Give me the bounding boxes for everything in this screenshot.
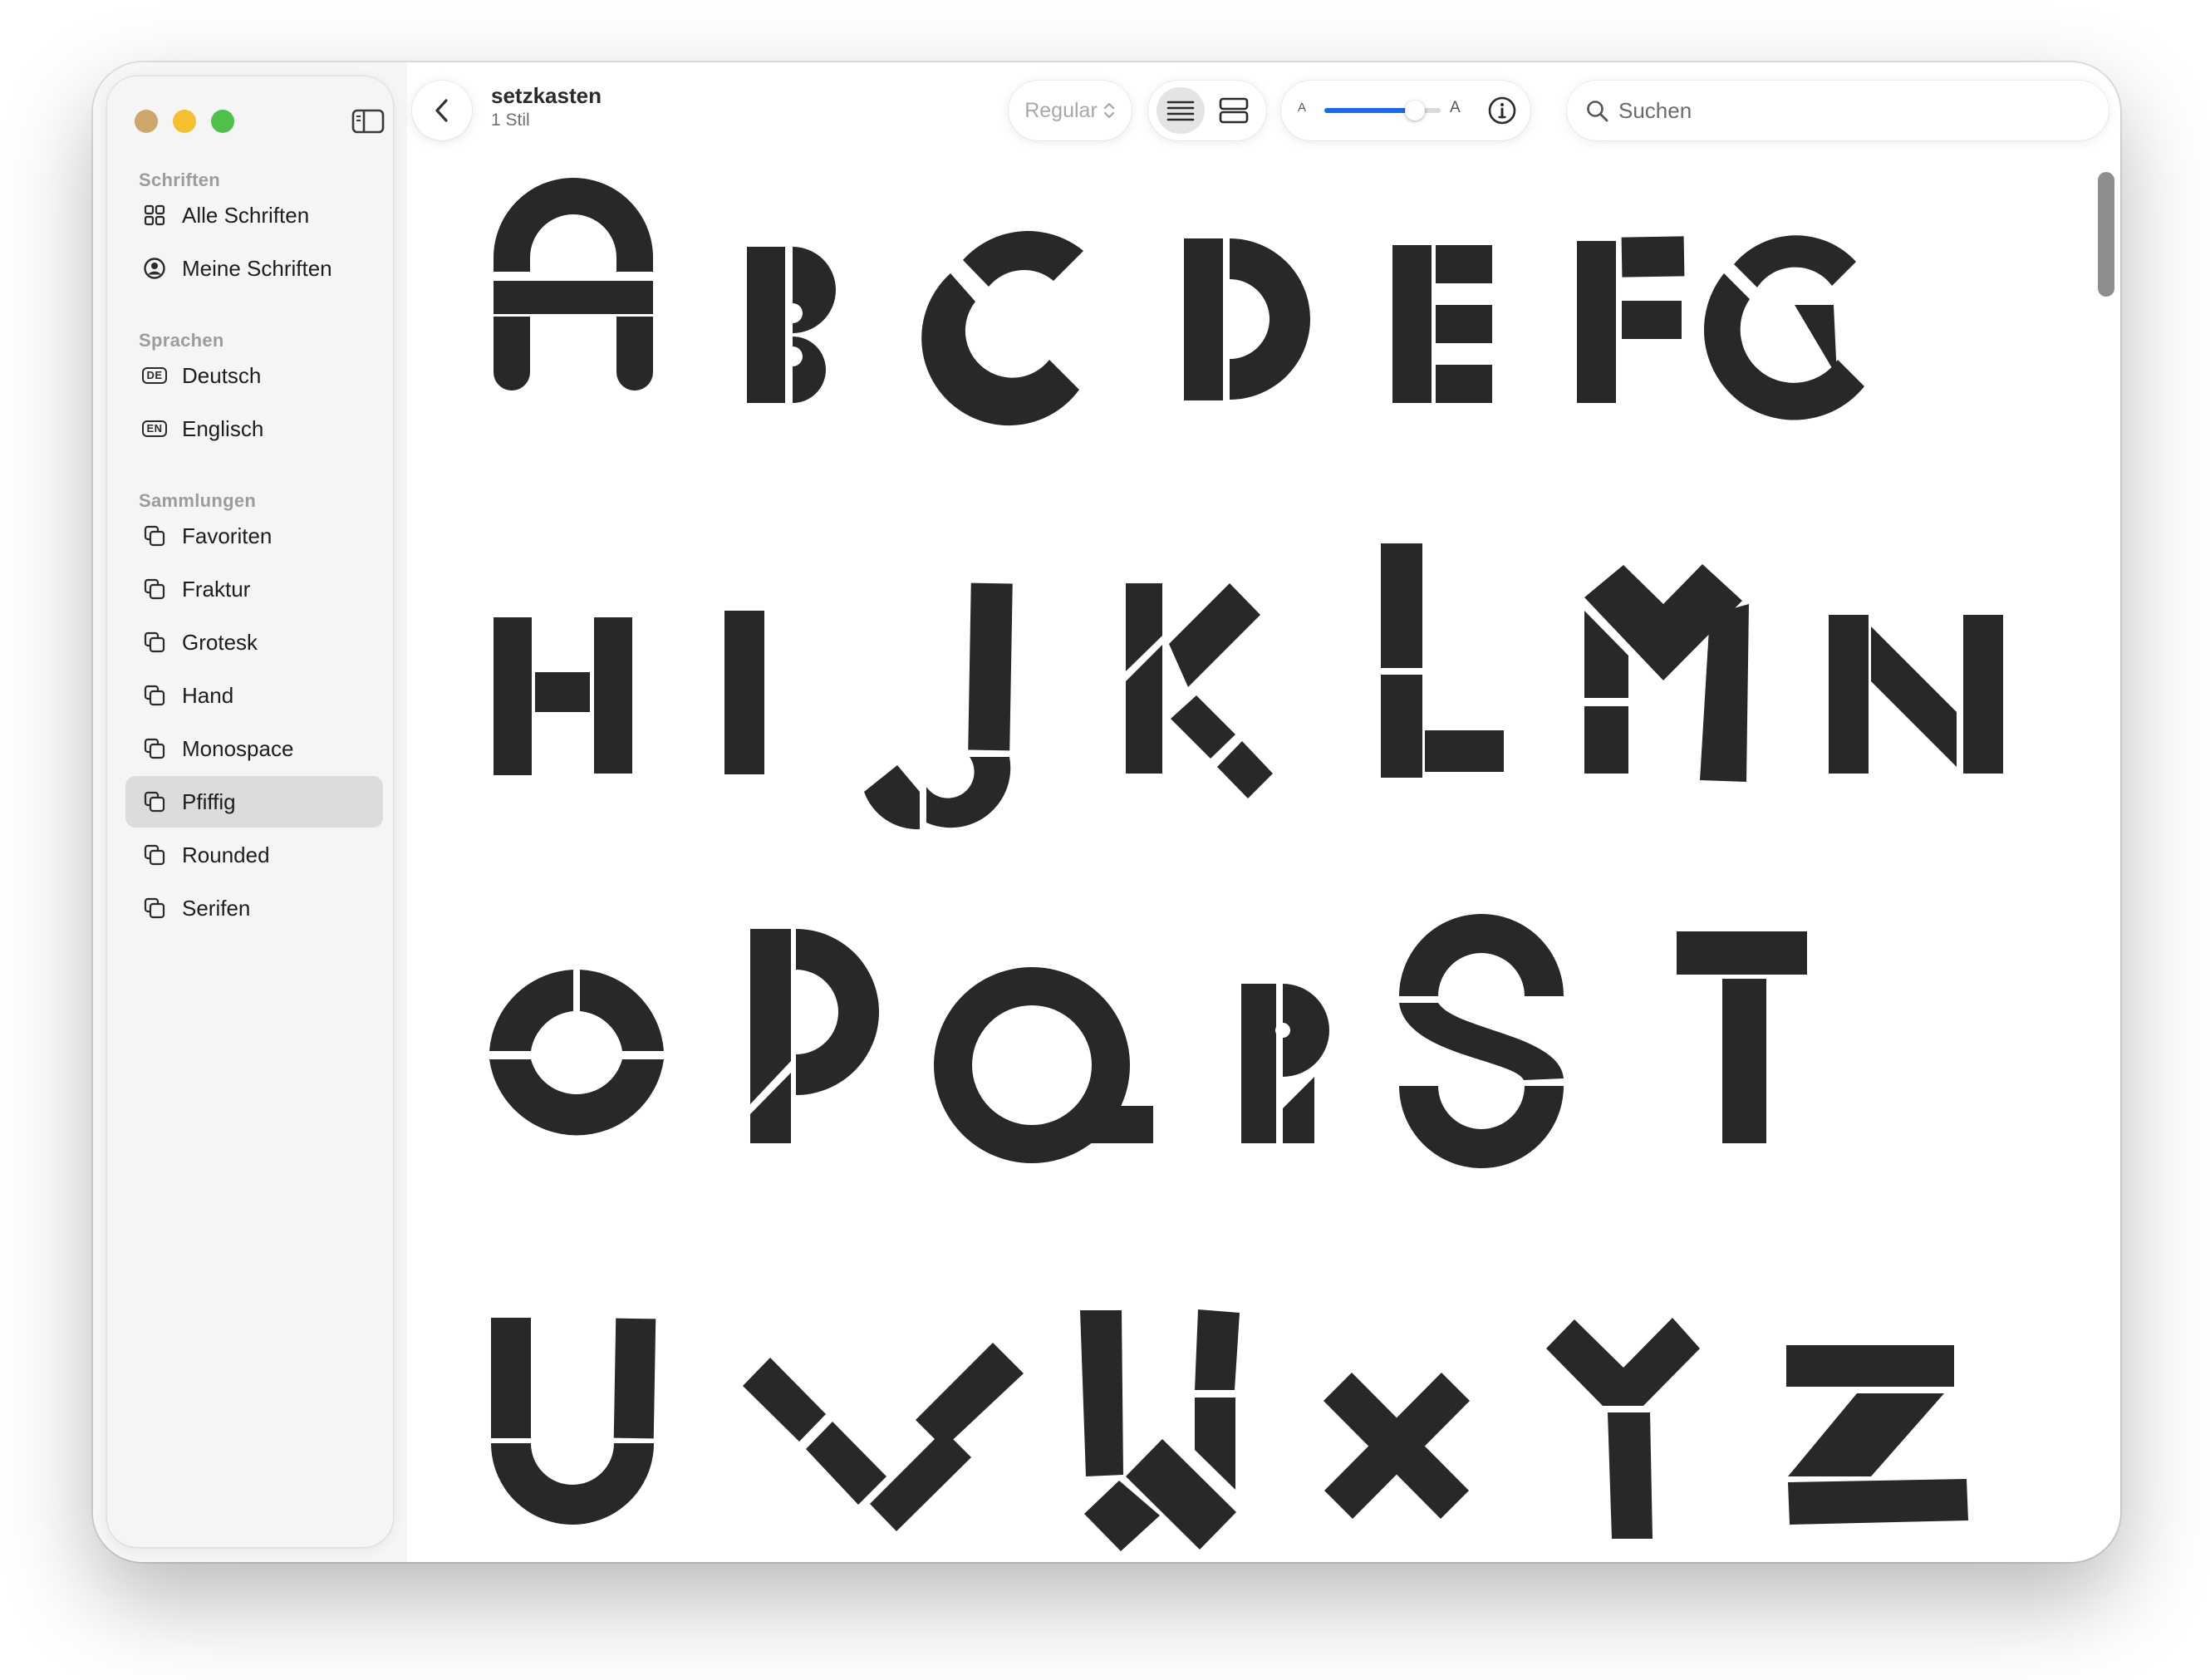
glyph-C	[921, 231, 1083, 426]
glyph-N	[1829, 615, 2003, 774]
glyph-X	[1324, 1373, 1470, 1519]
glyph-preview	[489, 178, 2003, 1551]
app-window: Schriften Alle Schriften Meine Schriften…	[93, 62, 2120, 1562]
glyph-B	[747, 247, 836, 403]
glyph-A	[494, 178, 653, 391]
glyph-O	[489, 970, 664, 1136]
glyph-Z	[1786, 1345, 1968, 1525]
glyph-V	[743, 1343, 1024, 1531]
glyph-J	[864, 582, 1013, 830]
glyph-E	[1392, 245, 1492, 403]
glyph-W	[1080, 1309, 1240, 1551]
glyph-D	[1184, 238, 1310, 400]
glyph-I	[724, 611, 764, 774]
glyph-M	[1584, 564, 1749, 782]
glyph-T	[1677, 931, 1807, 1143]
glyph-Q	[934, 967, 1153, 1163]
glyph-R	[1241, 984, 1329, 1143]
glyph-F	[1577, 236, 1685, 403]
glyph-S	[1399, 914, 1564, 1168]
glyph-P	[750, 929, 879, 1143]
glyph-L	[1381, 543, 1504, 778]
glyph-K	[1126, 583, 1273, 798]
glyph-Y	[1546, 1318, 1700, 1539]
glyph-H	[494, 617, 632, 775]
glyph-G	[1703, 235, 1864, 420]
glyph-U	[491, 1318, 656, 1525]
